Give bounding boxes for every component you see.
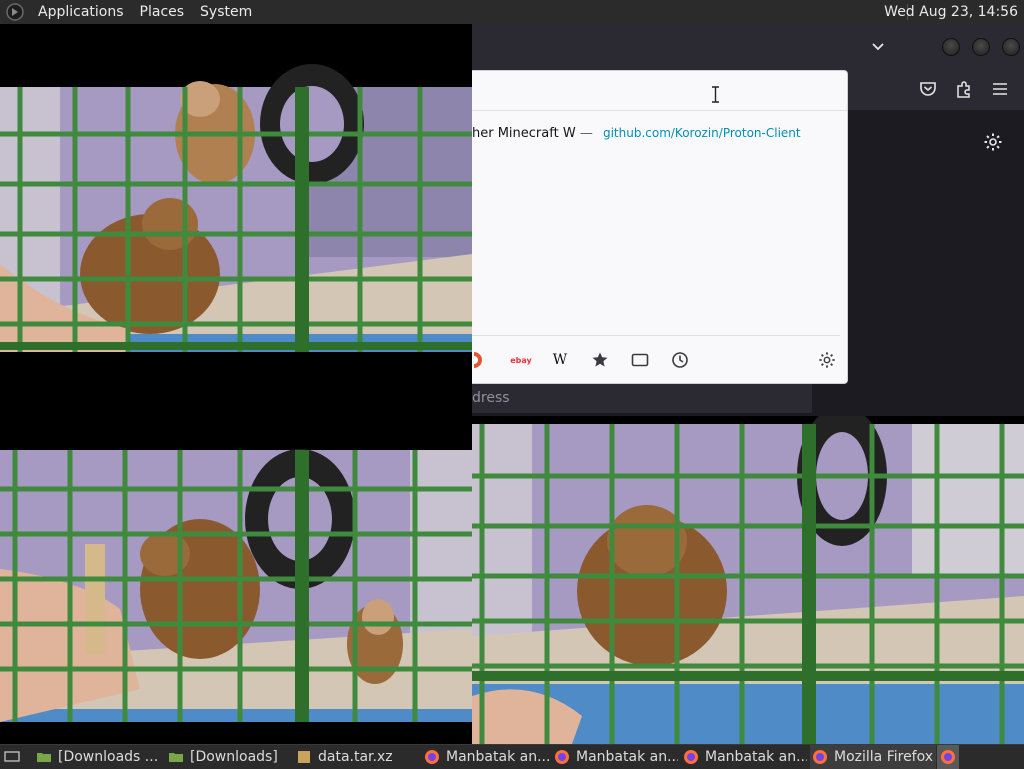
taskbar-item-label: data.tar.xz [318, 749, 393, 765]
duckduckgo-engine-icon[interactable] [472, 351, 490, 369]
taskbar-item[interactable]: [Downloads ... [36, 745, 164, 769]
wikipedia-engine-icon[interactable]: W [551, 351, 569, 369]
firefox-icon [813, 750, 827, 764]
text-cursor-icon [712, 86, 719, 103]
workspace-switcher[interactable] [937, 745, 959, 769]
distro-logo-icon[interactable] [6, 3, 24, 21]
urlbar-input-area[interactable] [472, 71, 847, 111]
archive-icon [298, 751, 310, 763]
page-search-box[interactable]: dress [472, 383, 812, 413]
menu-system[interactable]: System [192, 0, 260, 24]
menu-places[interactable]: Places [132, 0, 193, 24]
ebay-engine-icon[interactable]: ebay [510, 351, 532, 369]
taskbar-item[interactable]: Manbatak an... [424, 745, 550, 769]
taskbar-item-label: [Downloads] [190, 749, 278, 765]
show-desktop-button[interactable] [0, 745, 30, 769]
wikipedia-logo-text: W [552, 352, 568, 368]
firefox-icon [941, 750, 955, 764]
taskbar-item-label: Manbatak an... [576, 749, 678, 765]
taskbar-item-label: [Downloads ... [58, 749, 159, 765]
one-off-divider [472, 335, 840, 336]
taskbar-item-label: Mozilla Firefox [834, 749, 934, 765]
firefox-icon [425, 750, 439, 764]
result-separator: — [579, 126, 593, 141]
minimize-button[interactable] [942, 38, 960, 56]
top-panel: Applications Places System Wed Aug 23, 1… [0, 0, 1024, 25]
firefox-icon [684, 750, 698, 764]
folder-icon [37, 753, 51, 762]
page-search-placeholder: dress [472, 390, 510, 406]
video-frame [472, 416, 1024, 756]
taskbar-item[interactable]: Manbatak an... [554, 745, 678, 769]
taskbar: [Downloads ... [Downloads] data.tar.xz M… [0, 744, 1024, 769]
customize-gear-icon[interactable] [983, 132, 1003, 152]
firefox-titlebar[interactable] [472, 24, 1024, 68]
firefox-icon [555, 750, 569, 764]
maximize-button[interactable] [972, 38, 990, 56]
search-settings-gear-icon[interactable] [818, 351, 836, 369]
tabs-icon[interactable] [631, 351, 649, 369]
folder-icon [169, 753, 183, 762]
taskbar-item[interactable]: data.tar.xz [296, 745, 418, 769]
video-player-window[interactable] [0, 429, 472, 756]
menu-applications[interactable]: Applications [30, 0, 132, 24]
video-player-window[interactable] [0, 24, 472, 429]
pocket-icon[interactable] [918, 79, 938, 99]
list-all-tabs-icon[interactable] [870, 38, 886, 54]
urlbar-result-row[interactable]: her Minecraft W — github.com/Korozin/Pro… [472, 126, 847, 144]
history-clock-icon[interactable] [671, 351, 689, 369]
ebay-logo-text: ebay [510, 355, 532, 365]
hamburger-menu-icon[interactable] [990, 79, 1010, 99]
close-button[interactable] [1002, 38, 1020, 56]
taskbar-item-active[interactable]: Mozilla Firefox [810, 745, 936, 769]
video-player-window[interactable] [472, 416, 1024, 756]
taskbar-item-label: Manbatak an... [705, 749, 807, 765]
result-url: github.com/Korozin/Proton-Client [602, 126, 801, 140]
taskbar-item-label: Manbatak an... [446, 749, 550, 765]
extensions-icon[interactable] [954, 79, 974, 99]
taskbar-item[interactable]: [Downloads] [168, 745, 288, 769]
bookmarks-star-icon[interactable] [591, 351, 609, 369]
taskbar-item[interactable]: Manbatak an... [683, 745, 807, 769]
result-title: her Minecraft W [472, 126, 576, 141]
desktop-icon [4, 751, 20, 762]
video-frame [0, 429, 472, 756]
clock[interactable]: Wed Aug 23, 14:56 [884, 0, 1018, 24]
video-frame [0, 24, 472, 429]
urlbar-dropdown: her Minecraft W — github.com/Korozin/Pro… [472, 70, 848, 384]
